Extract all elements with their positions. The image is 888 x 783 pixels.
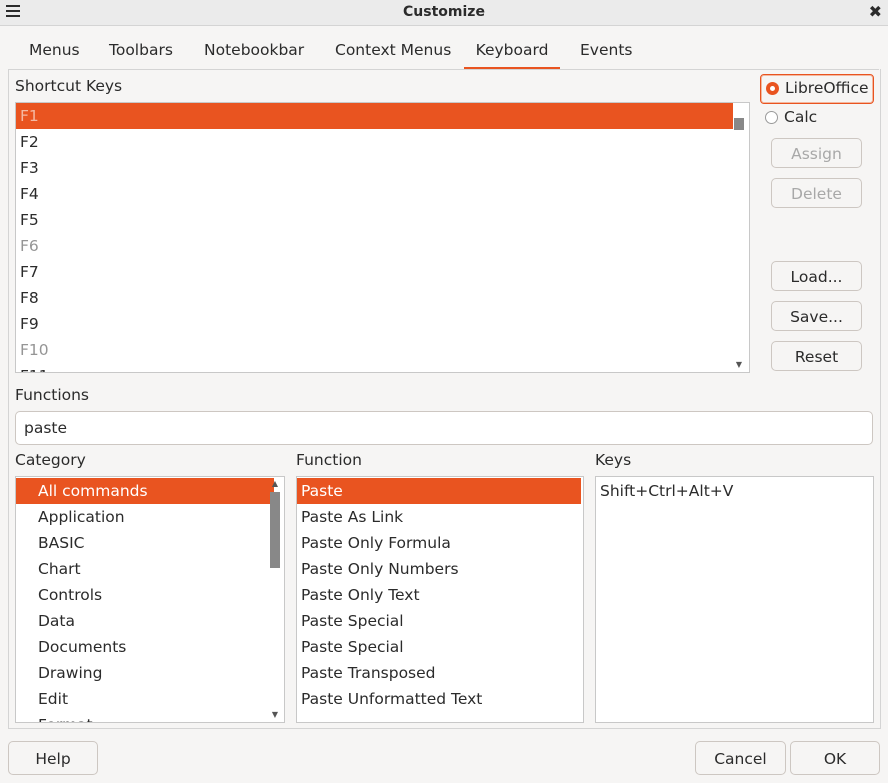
category-item-controls[interactable]: Controls [16, 582, 102, 608]
category-item-all-commands[interactable]: All commands [16, 478, 274, 504]
list-item-f9[interactable]: F9 [16, 311, 39, 337]
function-item-paste-as-link[interactable]: Paste As Link [297, 504, 403, 530]
function-item-paste-only-numbers[interactable]: Paste Only Numbers [297, 556, 459, 582]
radio-checked-icon [766, 82, 779, 95]
scroll-up-arrow-icon[interactable]: ▲ [270, 480, 280, 488]
category-item-documents[interactable]: Documents [16, 634, 126, 660]
scroll-thumb[interactable] [270, 492, 280, 568]
cancel-button[interactable]: Cancel [695, 741, 786, 775]
list-item-f10[interactable]: F10 [16, 337, 49, 363]
help-button[interactable]: Help [8, 741, 98, 775]
function-item-paste-unformatted-text[interactable]: Paste Unformatted Text [297, 686, 482, 712]
keys-list[interactable]: Shift+Ctrl+Alt+V [595, 476, 874, 723]
tab-toolbars[interactable]: Toolbars [109, 41, 173, 69]
shortcut-keys-label: Shortcut Keys [15, 77, 123, 95]
reset-button[interactable]: Reset [771, 341, 862, 371]
function-item-paste-only-formula[interactable]: Paste Only Formula [297, 530, 451, 556]
libreoffice-radio[interactable]: LibreOffice [760, 74, 874, 104]
list-item-f6[interactable]: F6 [16, 233, 39, 259]
tab-context-menus[interactable]: Context Menus [335, 41, 451, 69]
function-item-paste-transposed[interactable]: Paste Transposed [297, 660, 436, 686]
category-item-basic[interactable]: BASIC [16, 530, 84, 556]
window-title: Customize [403, 4, 485, 20]
scroll-down-arrow-icon[interactable]: ▼ [734, 361, 744, 369]
tab-keyboard[interactable]: Keyboard [464, 41, 560, 69]
list-item-f11[interactable]: F11 [16, 363, 49, 372]
shortcut-keys-list[interactable]: F1 F2 F3 F4 F5 F6 F7 F8 F9 F10 F11 ▼ [15, 102, 750, 373]
tab-notebookbar[interactable]: Notebookbar [204, 41, 304, 69]
delete-button[interactable]: Delete [771, 178, 862, 208]
tab-menus[interactable]: Menus [29, 41, 80, 69]
calc-radio[interactable]: Calc [760, 104, 872, 132]
function-item-paste[interactable]: Paste [297, 478, 581, 504]
list-item-f5[interactable]: F5 [16, 207, 39, 233]
function-item-paste-special-2[interactable]: Paste Special [297, 634, 404, 660]
load-button[interactable]: Load... [771, 261, 862, 291]
scroll-thumb[interactable] [734, 118, 744, 130]
tab-bar: Menus Toolbars Notebookbar Context Menus… [8, 35, 879, 70]
category-label: Category [15, 451, 86, 469]
category-item-edit[interactable]: Edit [16, 686, 68, 712]
ok-button[interactable]: OK [790, 741, 880, 775]
shortcut-keys-scrollbar[interactable]: ▼ [732, 103, 746, 372]
category-item-format[interactable]: Format [16, 712, 93, 722]
function-list[interactable]: Paste Paste As Link Paste Only Formula P… [296, 476, 584, 723]
radio-unchecked-icon [765, 111, 778, 124]
functions-label: Functions [15, 386, 90, 404]
category-list[interactable]: All commands Application BASIC Chart Con… [15, 476, 285, 723]
category-scrollbar[interactable]: ▲ ▼ [268, 477, 282, 722]
close-icon[interactable]: ✖ [869, 2, 882, 21]
list-item-f8[interactable]: F8 [16, 285, 39, 311]
list-item-f2[interactable]: F2 [16, 129, 39, 155]
list-item-f1[interactable]: F1 [16, 103, 733, 129]
function-label: Function [296, 451, 362, 469]
save-button[interactable]: Save... [771, 301, 862, 331]
libreoffice-radio-label: LibreOffice [785, 79, 869, 97]
category-item-data[interactable]: Data [16, 608, 75, 634]
keys-item[interactable]: Shift+Ctrl+Alt+V [596, 478, 733, 504]
assign-button[interactable]: Assign [771, 138, 862, 168]
function-item-paste-only-text[interactable]: Paste Only Text [297, 582, 420, 608]
list-item-f4[interactable]: F4 [16, 181, 39, 207]
scroll-down-arrow-icon[interactable]: ▼ [270, 711, 280, 719]
functions-search-input[interactable]: paste [15, 411, 873, 445]
category-item-chart[interactable]: Chart [16, 556, 81, 582]
title-bar: Customize ✖ [0, 0, 888, 26]
list-item-f7[interactable]: F7 [16, 259, 39, 285]
keys-label: Keys [595, 451, 632, 469]
tab-events[interactable]: Events [580, 41, 632, 69]
calc-radio-label: Calc [784, 108, 818, 126]
category-item-application[interactable]: Application [16, 504, 125, 530]
list-item-f3[interactable]: F3 [16, 155, 39, 181]
category-item-drawing[interactable]: Drawing [16, 660, 102, 686]
function-item-paste-special[interactable]: Paste Special [297, 608, 404, 634]
